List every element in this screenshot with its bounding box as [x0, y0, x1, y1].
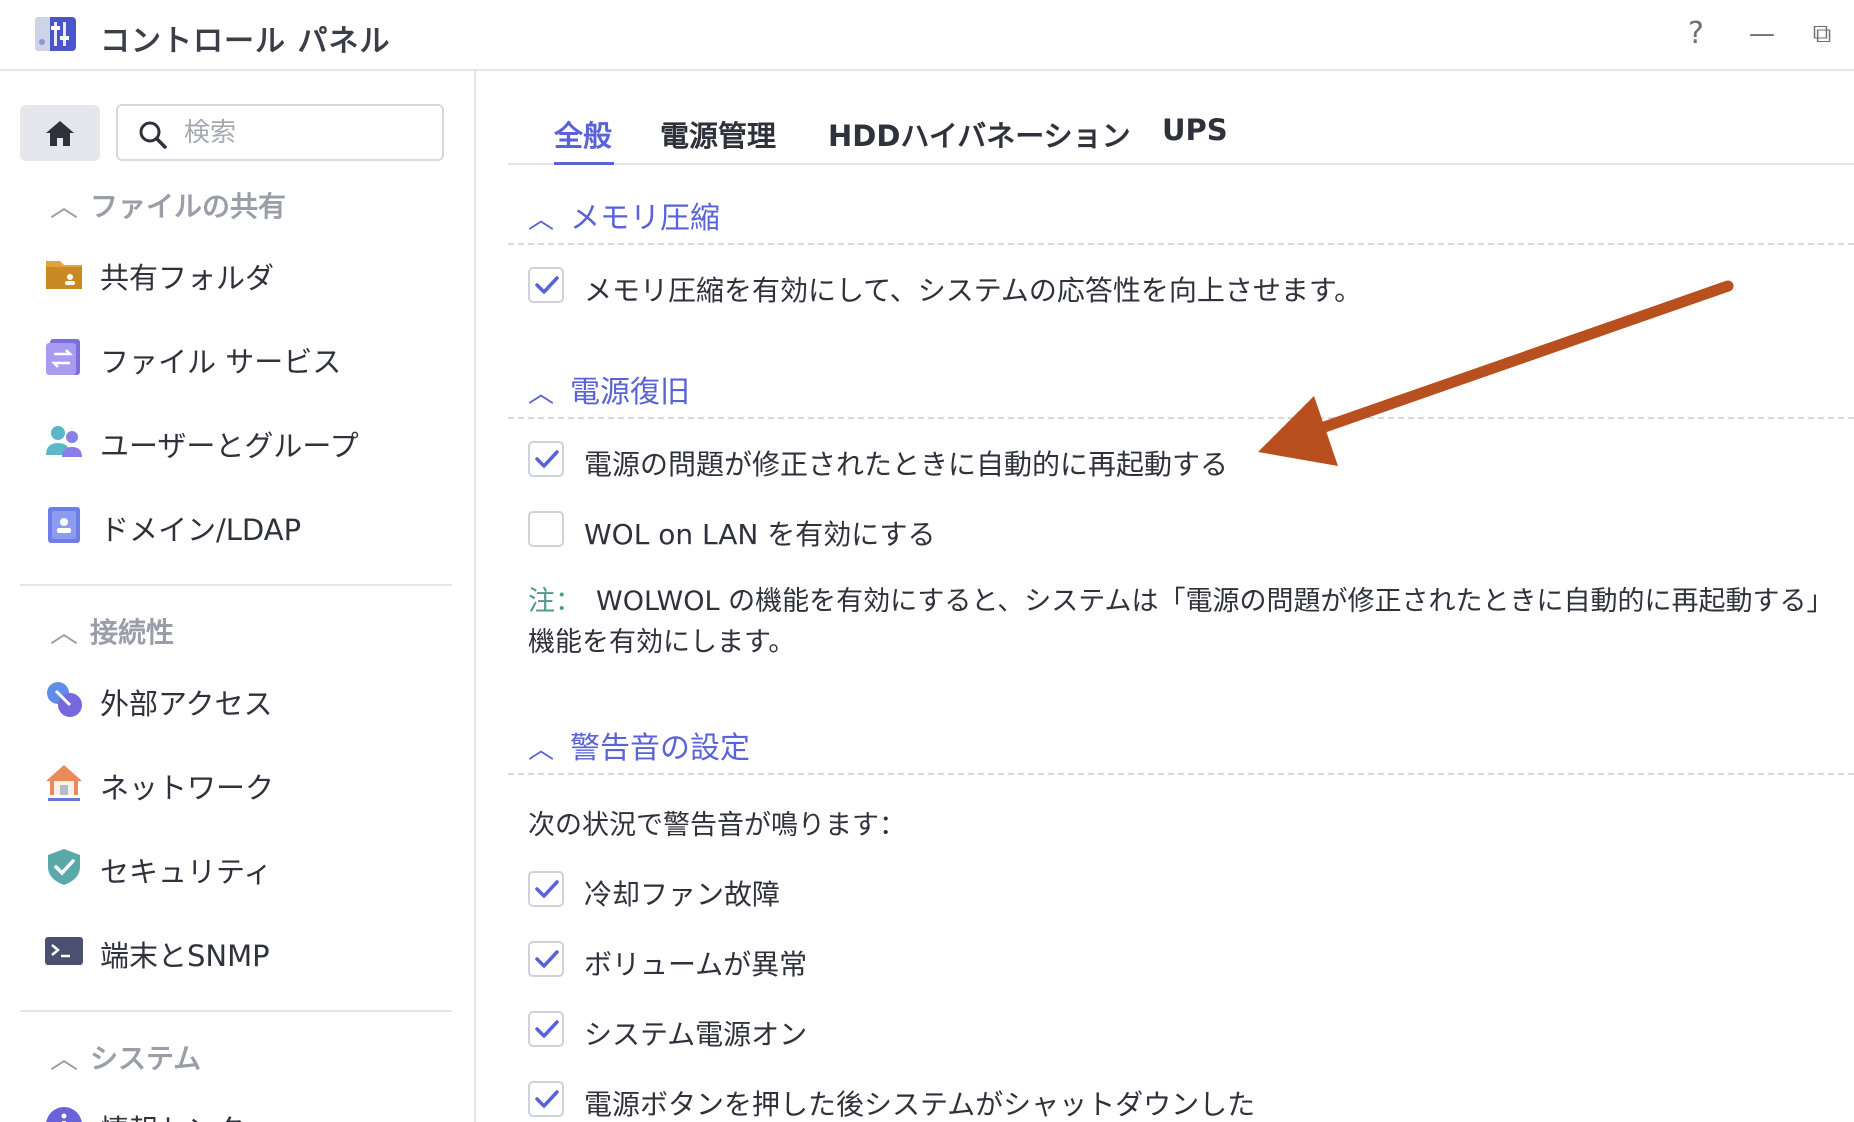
sidebar-divider: [20, 584, 452, 586]
checkbox-label: メモリ圧縮を有効にして、システムの応答性を向上させます。: [584, 274, 1363, 307]
power-recovery-note: 注： WOLWOL の機能を有効にすると、システムは「電源の問題が修正されたときに…: [528, 581, 1854, 663]
checkbox-label: ボリュームが異常: [584, 948, 808, 981]
group-connectivity[interactable]: ︿ 接続性: [50, 611, 174, 651]
section-divider: [508, 417, 1854, 419]
sidebar-item-users-groups[interactable]: ユーザーとグループ: [44, 415, 444, 471]
active-tab-indicator: [554, 162, 614, 165]
search-icon: [139, 121, 167, 149]
note-text: WOLWOL の機能を有効にすると、システムは「電源の問題が修正されたときに自動…: [528, 586, 1834, 658]
sidebar-item-network[interactable]: ネットワーク: [44, 757, 444, 813]
sidebar-item-label: ユーザーとグループ: [100, 429, 359, 463]
main-content: 全般 電源管理 HDDハイバネーション UPS ︿ メモリ圧縮 メモリ圧縮を有効に…: [478, 71, 1854, 1122]
chevron-up-icon: ︿: [50, 1042, 79, 1075]
checkbox-checked[interactable]: [528, 441, 564, 477]
checkbox-label: システム電源オン: [584, 1018, 808, 1051]
beep-intro-text: 次の状況で警告音が鳴ります：: [528, 810, 906, 841]
home-button[interactable]: [20, 105, 100, 161]
sidebar-item-info-center[interactable]: 情報センター: [44, 1099, 444, 1122]
sidebar-item-label: ドメイン/LDAP: [100, 513, 302, 547]
checkbox-checked[interactable]: [528, 941, 564, 977]
group-label: ファイルの共有: [90, 190, 287, 223]
users-groups-icon: [46, 426, 82, 457]
title-bar: コントロール パネル ? — ⧉: [0, 0, 1854, 71]
section-memory-compression[interactable]: ︿ メモリ圧縮: [528, 193, 720, 237]
info-center-icon: [46, 1107, 82, 1122]
sidebar-item-security[interactable]: セキュリティ: [44, 841, 444, 897]
checkmark-icon: [535, 880, 559, 898]
checkmark-icon: [535, 276, 559, 294]
window-title: コントロール パネル: [100, 24, 391, 59]
note-label: 注：: [528, 586, 582, 617]
checkbox-checked[interactable]: [528, 1011, 564, 1047]
sidebar-item-terminal-snmp[interactable]: 端末とSNMP: [44, 925, 444, 981]
terminal-icon: [45, 937, 83, 965]
external-access-icon: [47, 682, 82, 717]
sidebar-item-file-services[interactable]: ファイル サービス: [44, 331, 444, 387]
section-title: 電源復旧: [570, 375, 690, 410]
file-services-icon: [46, 339, 80, 375]
tab-hdd-hibernation[interactable]: HDDハイバネーション: [828, 113, 1131, 155]
group-system[interactable]: ︿ システム: [50, 1037, 201, 1077]
checkbox-checked[interactable]: [528, 871, 564, 907]
checkbox-checked[interactable]: [528, 267, 564, 303]
section-power-recovery[interactable]: ︿ 電源復旧: [528, 367, 690, 411]
chevron-up-icon: ︿: [528, 735, 555, 765]
sidebar-item-label: ネットワーク: [100, 771, 275, 805]
sidebar-item-external-access[interactable]: 外部アクセス: [44, 673, 444, 729]
chevron-up-icon: ︿: [50, 190, 79, 223]
shared-folder-icon: [46, 261, 82, 289]
checkmark-icon: [535, 950, 559, 968]
minimize-button[interactable]: —: [1742, 14, 1782, 54]
home-icon: [46, 121, 74, 146]
sidebar-item-label: 情報センター: [100, 1107, 274, 1122]
sidebar-item-label: 共有フォルダ: [100, 261, 275, 295]
tab-ups[interactable]: UPS: [1162, 113, 1228, 147]
checkbox-label: 電源の問題が修正されたときに自動的に再起動する: [584, 448, 1229, 481]
control-panel-app-icon: [35, 17, 76, 51]
sidebar-item-domain-ldap[interactable]: ドメイン/LDAP: [44, 499, 444, 555]
checkbox-label: 冷却ファン故障: [584, 878, 781, 911]
sidebar-item-label: 端末とSNMP: [100, 939, 270, 973]
section-divider: [508, 243, 1854, 245]
sidebar-item-label: セキュリティ: [100, 855, 273, 889]
group-file-sharing[interactable]: ︿ ファイルの共有: [50, 185, 286, 225]
sidebar: ︿ ファイルの共有 共有フォルダ ファイル サービス ユーザーとグループ: [0, 71, 476, 1122]
chevron-up-icon: ︿: [528, 379, 555, 409]
tab-bar: 全般 電源管理 HDDハイバネーション UPS: [508, 113, 1854, 165]
checkmark-icon: [535, 1090, 559, 1108]
section-beep-settings[interactable]: ︿ 警告音の設定: [528, 723, 750, 767]
sidebar-item-label: ファイル サービス: [100, 345, 342, 379]
search-field[interactable]: [116, 104, 444, 161]
security-shield-icon: [48, 849, 80, 885]
tab-general[interactable]: 全般: [554, 113, 612, 155]
restore-window-button[interactable]: ⧉: [1802, 14, 1842, 54]
network-icon: [46, 765, 82, 801]
checkbox-label: WOL on LAN を有効にする: [584, 518, 936, 551]
checkmark-icon: [535, 1020, 559, 1038]
sidebar-item-label: 外部アクセス: [100, 687, 273, 721]
sidebar-item-shared-folder[interactable]: 共有フォルダ: [44, 247, 444, 303]
checkbox-unchecked[interactable]: [528, 511, 564, 547]
sidebar-divider: [20, 1010, 452, 1012]
chevron-up-icon: ︿: [528, 205, 555, 235]
checkbox-label: 電源ボタンを押した後システムがシャットダウンした: [584, 1088, 1256, 1121]
help-button[interactable]: ?: [1676, 14, 1716, 54]
domain-ldap-icon: [48, 507, 80, 543]
group-label: システム: [90, 1042, 202, 1075]
chevron-up-icon: ︿: [50, 616, 79, 649]
checkmark-icon: [535, 450, 559, 468]
section-title: メモリ圧縮: [570, 201, 720, 236]
checkbox-checked[interactable]: [528, 1081, 564, 1117]
section-title: 警告音の設定: [570, 731, 750, 766]
section-divider: [508, 773, 1854, 775]
tab-power-management[interactable]: 電源管理: [660, 113, 776, 155]
search-input[interactable]: [184, 114, 434, 152]
group-label: 接続性: [90, 616, 175, 649]
